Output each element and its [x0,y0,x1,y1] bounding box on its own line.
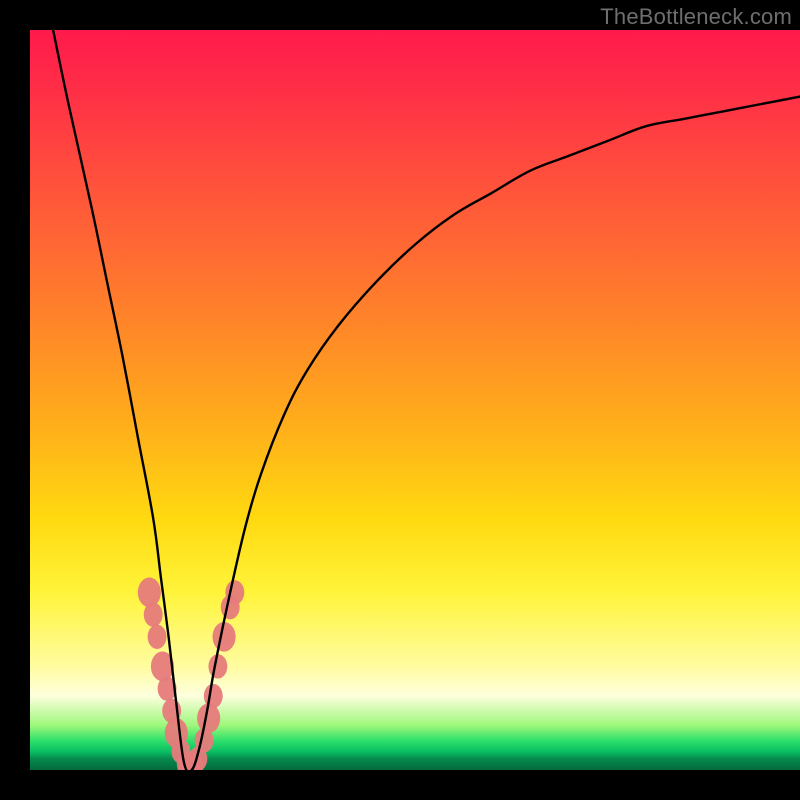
marker-dot [148,625,167,649]
marker-dot [204,684,223,708]
chart-frame: TheBottleneck.com [0,0,800,800]
marker-dot [138,578,161,608]
marker-dot [208,654,227,678]
chart-svg [30,30,800,770]
watermark-text: TheBottleneck.com [600,4,792,30]
plot-area [30,30,800,770]
marker-dot [144,602,163,626]
